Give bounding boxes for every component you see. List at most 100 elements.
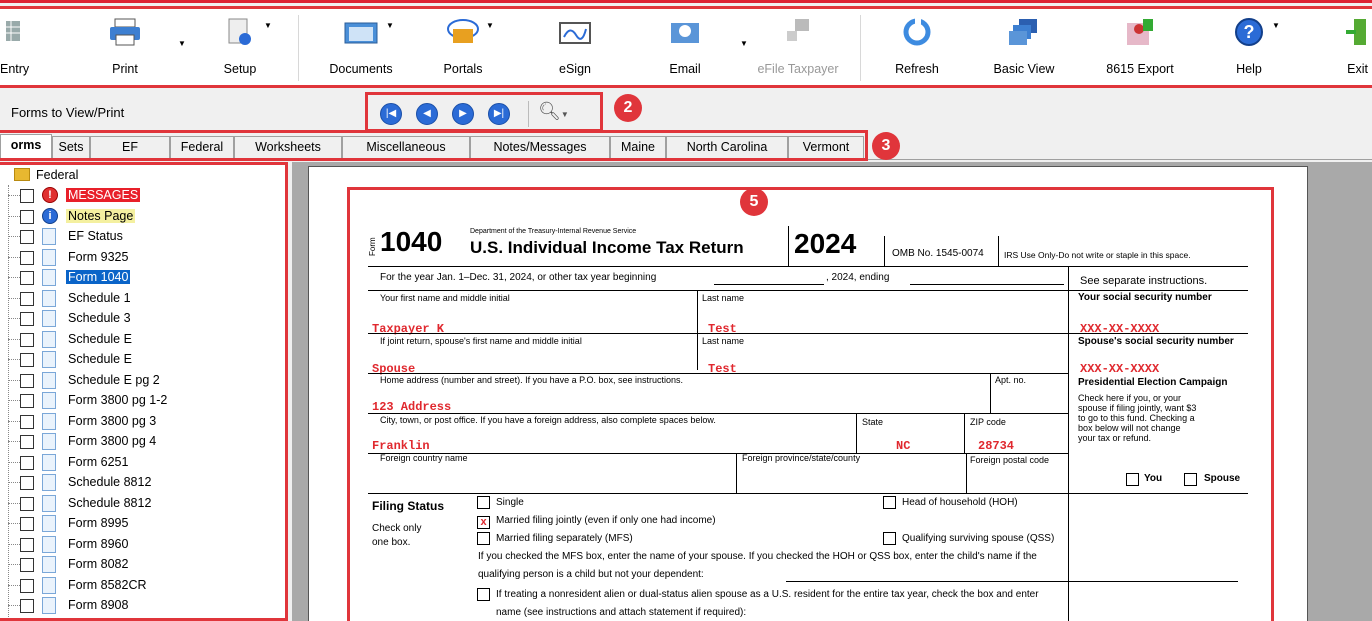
tree-item-checkbox[interactable]: [20, 189, 34, 203]
single-checkbox[interactable]: [477, 496, 490, 509]
tree-item-checkbox[interactable]: [20, 517, 34, 531]
tree-item-checkbox[interactable]: [20, 414, 34, 429]
tree-item[interactable]: Form 8582CR: [0, 576, 280, 596]
tree-item[interactable]: Schedule 3: [0, 309, 280, 329]
tree-item-checkbox[interactable]: [20, 496, 34, 511]
help-button[interactable]: ? ▼ Help: [1214, 9, 1284, 85]
tree-item-checkbox[interactable]: [20, 291, 34, 306]
next-page-icon[interactable]: ▶: [452, 103, 474, 125]
tree-item[interactable]: Form 8960: [0, 535, 280, 555]
tree-item-checkbox[interactable]: [20, 209, 34, 224]
tree-item[interactable]: Form 8995: [0, 514, 280, 534]
tree-item-checkbox[interactable]: [20, 578, 34, 593]
setup-icon: [228, 18, 251, 45]
form-title: U.S. Individual Income Tax Return: [470, 238, 744, 257]
document-icon: [42, 515, 56, 532]
tree-item[interactable]: Schedule E: [0, 330, 280, 350]
toolbar-label: Print: [112, 62, 138, 76]
tree-item[interactable]: Form 3800 pg 1-2: [0, 391, 280, 411]
top-accent-line: [0, 0, 1372, 3]
efile-taxpayer-button[interactable]: eFile Taxpayer: [750, 9, 846, 85]
address-value[interactable]: 123 Address: [372, 400, 451, 414]
exit-button[interactable]: Exit: [1332, 9, 1372, 85]
tree-item[interactable]: Form 3800 pg 4: [0, 432, 280, 452]
tree-item-label: EF Status: [68, 229, 123, 243]
tree-item-checkbox[interactable]: [20, 271, 34, 285]
documents-button[interactable]: ▼ Documents: [318, 9, 404, 85]
spouse-ssn-label: Spouse's social security number: [1078, 336, 1234, 347]
tree-item[interactable]: Schedule 8812: [0, 494, 280, 514]
tree-item-checkbox[interactable]: [20, 537, 34, 552]
tree-item[interactable]: Form 8082: [0, 555, 280, 575]
email-button[interactable]: Email: [650, 9, 720, 85]
refresh-button[interactable]: Refresh: [882, 9, 952, 85]
zoom-icon[interactable]: 🔍︎▼: [538, 101, 569, 122]
pec-text-line: Check here if you, or your: [1078, 393, 1182, 403]
tree-item-checkbox[interactable]: [20, 230, 34, 244]
chevron-down-icon: ▼: [264, 21, 272, 30]
document-icon: [42, 228, 56, 245]
tree-item-checkbox[interactable]: [20, 435, 34, 449]
tree-item-checkbox[interactable]: [20, 394, 34, 408]
export-8615-button[interactable]: 8615 Export: [1100, 9, 1180, 85]
tree-item[interactable]: Form 1040: [0, 268, 280, 288]
mfj-checkbox[interactable]: x: [477, 516, 490, 529]
tree-item[interactable]: Schedule E pg 2: [0, 371, 280, 391]
chevron-down-icon: ▼: [178, 39, 186, 48]
last-page-icon[interactable]: ▶|: [488, 103, 510, 125]
state-value[interactable]: NC: [896, 439, 910, 453]
tree-item-label: Schedule 8812: [68, 475, 152, 489]
form-year: 2024: [794, 228, 857, 259]
tree-item-checkbox[interactable]: [20, 332, 34, 347]
tree-item-checkbox[interactable]: [20, 558, 34, 572]
chevron-down-icon: ▼: [486, 21, 494, 30]
print-button[interactable]: Print: [90, 9, 160, 85]
pec-spouse-checkbox[interactable]: [1184, 473, 1197, 486]
setup-button[interactable]: ▼ Setup: [210, 9, 272, 85]
joint-first-name-label: If joint return, spouse's first name and…: [380, 336, 582, 346]
data-entry-button[interactable]: Entry: [0, 9, 50, 85]
document-icon: [42, 392, 56, 409]
tree-item[interactable]: Form 3800 pg 3: [0, 412, 280, 432]
documents-icon: [344, 22, 378, 44]
hoh-checkbox[interactable]: [883, 496, 896, 509]
tree-item-checkbox[interactable]: [20, 250, 34, 265]
tree-item-checkbox[interactable]: [20, 353, 34, 367]
qss-checkbox[interactable]: [883, 532, 896, 545]
tree-item-checkbox[interactable]: [20, 312, 34, 326]
spouse-ssn-value[interactable]: XXX-XX-XXXX: [1080, 362, 1159, 376]
tree-item-checkbox[interactable]: [20, 476, 34, 490]
basic-view-button[interactable]: Basic View: [984, 9, 1064, 85]
print-dropdown[interactable]: ▼: [172, 9, 192, 85]
tree-item[interactable]: Form 9325: [0, 248, 280, 268]
tree-item-checkbox[interactable]: [20, 373, 34, 388]
portals-button[interactable]: ▼ Portals: [428, 9, 498, 85]
mfs-checkbox[interactable]: [477, 532, 490, 545]
tree-item[interactable]: Form 8908: [0, 596, 280, 616]
tree-item-checkbox[interactable]: [20, 599, 34, 613]
zip-value[interactable]: 28734: [978, 439, 1014, 453]
tree-item[interactable]: Schedule 8812: [0, 473, 280, 493]
first-page-icon[interactable]: |◀: [380, 103, 402, 125]
tree-item[interactable]: Schedule 1: [0, 289, 280, 309]
tree-item-checkbox[interactable]: [20, 455, 34, 470]
nonresident-line2: name (see instructions and attach statem…: [496, 607, 747, 618]
nonresident-checkbox[interactable]: [477, 588, 490, 601]
tree-item[interactable]: Form 6251: [0, 453, 280, 473]
toolbar-label: Exit: [1347, 62, 1368, 76]
tree-item-label: Form 8908: [68, 598, 129, 612]
nav-separator: [528, 101, 529, 127]
esign-button[interactable]: eSign: [540, 9, 610, 85]
city-value[interactable]: Franklin: [372, 439, 430, 453]
divider: [697, 290, 698, 370]
previous-page-icon[interactable]: ◀: [416, 103, 438, 125]
tree-root-federal[interactable]: Federal: [36, 168, 78, 182]
mfs-note-line1: If you checked the MFS box, enter the na…: [478, 551, 1037, 562]
email-icon: [671, 23, 699, 43]
tree-item[interactable]: EF Status: [0, 227, 280, 247]
tree-item[interactable]: Schedule E: [0, 350, 280, 370]
pec-you-checkbox[interactable]: [1126, 473, 1139, 486]
tree-item[interactable]: i Notes Page: [0, 207, 280, 227]
portals-icon: [447, 19, 479, 43]
tree-item[interactable]: ! MESSAGES: [0, 186, 280, 206]
